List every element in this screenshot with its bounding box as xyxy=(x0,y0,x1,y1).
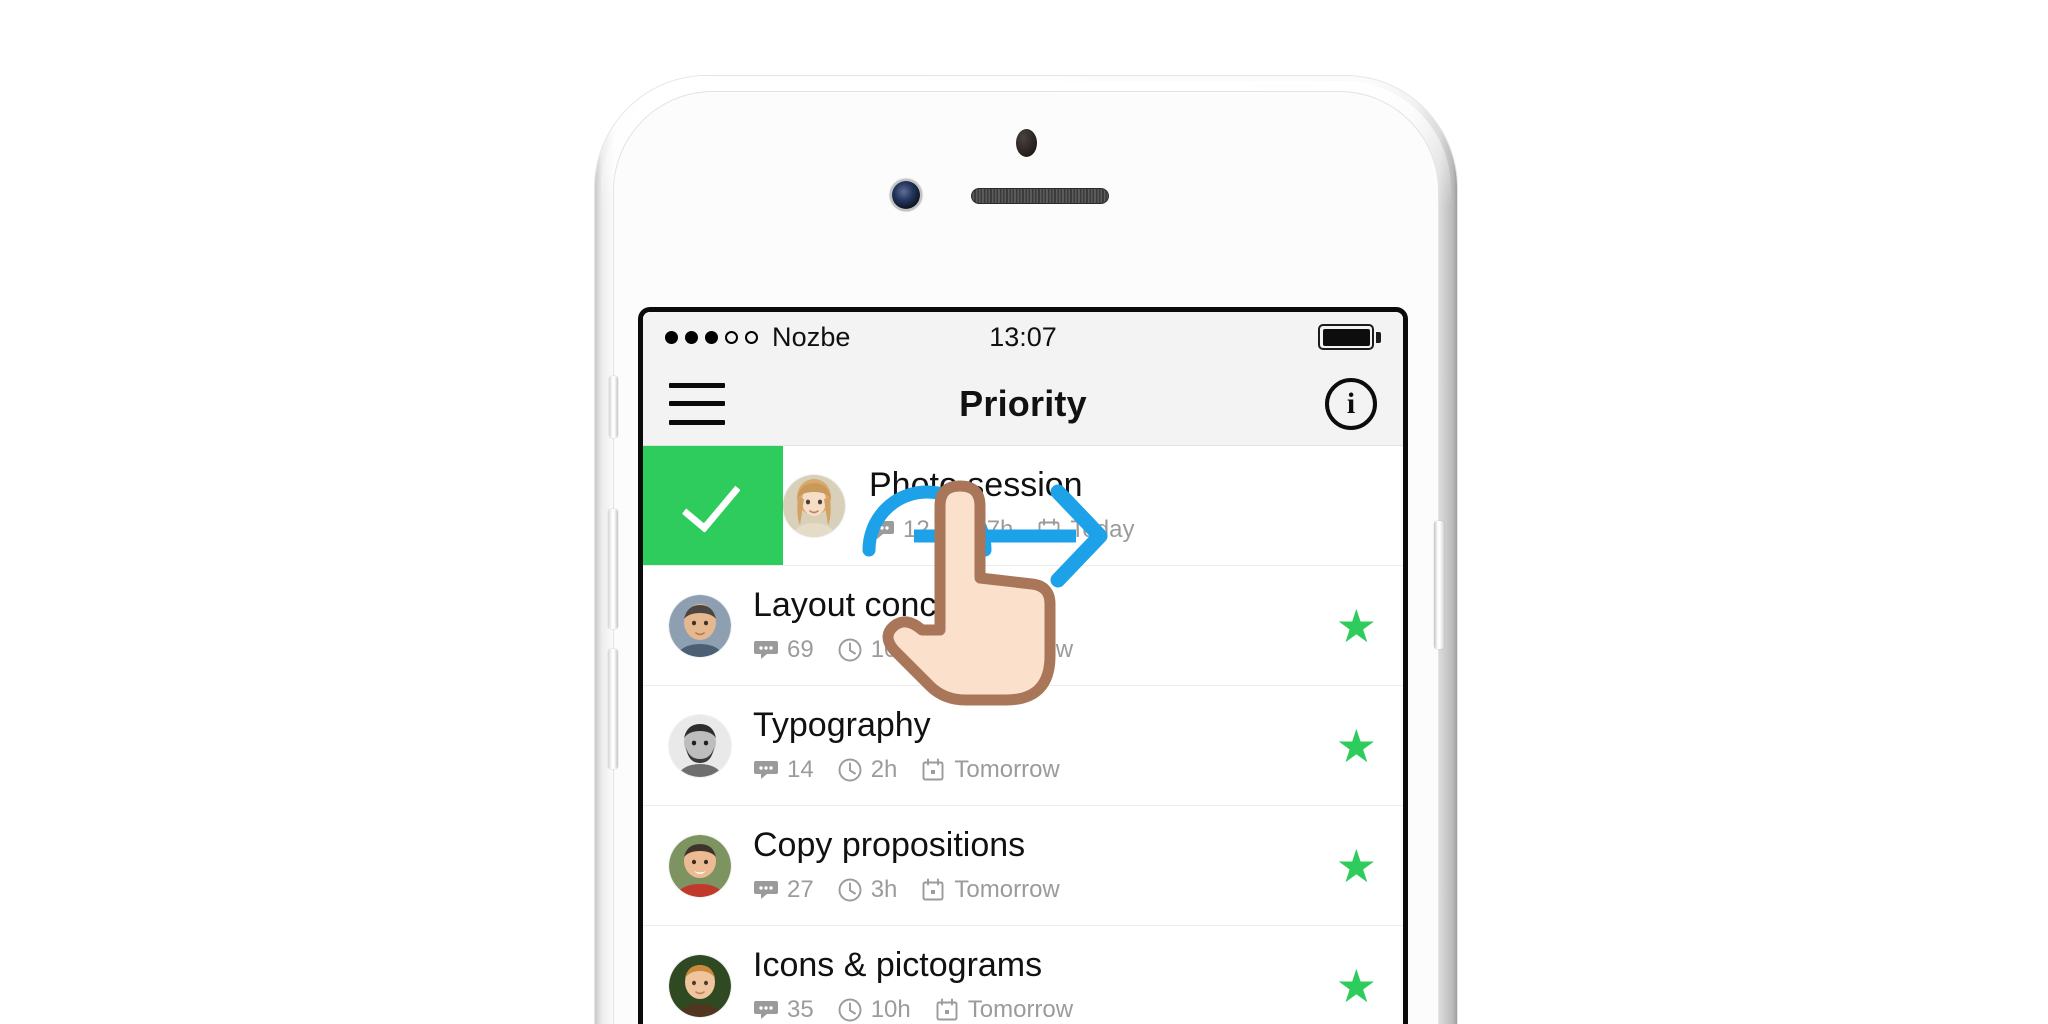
task-list: Photo session 12 7h Today Layout concept… xyxy=(643,446,1403,1024)
due-date: Today xyxy=(1036,516,1134,544)
time-estimate-value: 10h xyxy=(870,635,911,663)
due-date: Tomorrow xyxy=(920,875,1060,904)
task-row[interactable]: Typography 14 2h Tomorrow ★ xyxy=(643,686,1403,806)
comment-bubble-icon xyxy=(754,1000,778,1019)
time-estimate: 10h xyxy=(837,636,911,664)
menu-line-3 xyxy=(669,419,725,425)
navigation-bar: Priority i xyxy=(643,362,1403,446)
comment-count-value: 69 xyxy=(787,635,814,663)
star-icon[interactable]: ★ xyxy=(1336,603,1377,649)
status-clock: 13:07 xyxy=(989,321,1057,352)
avatar xyxy=(669,954,731,1017)
task-content: Layout concepts 69 10h Tomorrow xyxy=(731,586,1336,664)
screenshot-stage: Nozbe 13:07 Priority i Photo session 12 … xyxy=(0,0,2048,1024)
comment-count-value: 35 xyxy=(787,995,814,1023)
task-row[interactable]: Copy propositions 27 3h Tomorrow ★ xyxy=(643,806,1403,926)
comment-count: 27 xyxy=(753,876,814,904)
due-date: Tomorrow xyxy=(934,636,1073,664)
menu-line-2 xyxy=(669,401,725,406)
task-title: Typography xyxy=(753,706,931,745)
calendar-icon xyxy=(936,638,958,661)
menu-line-1 xyxy=(669,382,725,388)
task-content: Photo session 12 7h Today xyxy=(845,466,1403,544)
checkmark-icon xyxy=(681,470,741,533)
comment-count: 35 xyxy=(753,996,814,1024)
page-title: Priority xyxy=(959,382,1087,424)
avatar xyxy=(669,714,731,777)
info-circle-icon[interactable]: i xyxy=(1325,377,1377,430)
comment-bubble-icon xyxy=(754,640,778,659)
phone-device: Nozbe 13:07 Priority i Photo session 12 … xyxy=(595,76,1457,1024)
task-row[interactable]: Layout concepts 69 10h Tomorrow ★ xyxy=(643,566,1403,686)
due-date-value: Tomorrow xyxy=(967,635,1074,663)
volume-up-button[interactable] xyxy=(608,509,618,629)
time-estimate-value: 2h xyxy=(870,755,898,783)
clock-icon xyxy=(838,638,862,662)
time-estimate: 3h xyxy=(837,875,898,904)
volume-down-button[interactable] xyxy=(608,649,618,769)
due-date-value: Tomorrow xyxy=(967,995,1074,1023)
comment-count: 14 xyxy=(753,756,814,784)
comment-bubble-icon xyxy=(870,520,894,539)
comment-count-value: 12 xyxy=(903,515,930,543)
task-row[interactable]: Icons & pictograms 35 10h Tomorrow ★ xyxy=(643,926,1403,1024)
comment-count: 12 xyxy=(869,516,930,544)
task-meta: 27 3h Tomorrow xyxy=(753,876,1336,904)
info-glyph: i xyxy=(1346,386,1356,420)
due-date: Tomorrow xyxy=(920,755,1060,784)
comment-count-value: 14 xyxy=(787,755,814,783)
calendar-icon xyxy=(922,878,944,901)
calendar-icon xyxy=(1038,518,1060,541)
phone-screen: Nozbe 13:07 Priority i Photo session 12 … xyxy=(638,307,1408,1024)
clock-icon xyxy=(838,998,862,1022)
avatar xyxy=(783,474,845,537)
due-date-value: Today xyxy=(1070,515,1135,543)
task-meta: 69 10h Tomorrow xyxy=(753,636,1336,664)
earpiece-speaker-icon xyxy=(971,188,1109,204)
task-row[interactable]: Photo session 12 7h Today xyxy=(643,446,1403,566)
task-meta: 12 7h Today xyxy=(869,516,1403,544)
due-date: Tomorrow xyxy=(934,996,1073,1024)
hamburger-menu-icon[interactable] xyxy=(669,382,725,425)
time-estimate: 10h xyxy=(837,996,911,1024)
comment-bubble-icon xyxy=(754,880,778,899)
calendar-icon xyxy=(936,998,958,1021)
clock-icon xyxy=(838,758,862,782)
status-bar: Nozbe 13:07 xyxy=(643,312,1403,362)
clock-icon xyxy=(954,518,978,542)
task-meta: 35 10h Tomorrow xyxy=(753,996,1336,1024)
comment-count: 69 xyxy=(753,636,814,664)
due-date-value: Tomorrow xyxy=(954,875,1060,903)
front-camera-icon xyxy=(892,181,920,209)
time-estimate-value: 10h xyxy=(870,995,911,1023)
time-estimate-value: 3h xyxy=(870,875,898,903)
mute-switch[interactable] xyxy=(609,376,618,438)
task-title: Layout concepts xyxy=(753,586,1001,625)
star-icon[interactable]: ★ xyxy=(1336,963,1377,1009)
time-estimate: 7h xyxy=(953,515,1014,544)
power-button[interactable] xyxy=(1434,521,1444,649)
avatar xyxy=(669,594,731,657)
task-content: Typography 14 2h Tomorrow xyxy=(731,706,1336,784)
task-content: Copy propositions 27 3h Tomorrow xyxy=(731,826,1336,904)
phone-front-face: Nozbe 13:07 Priority i Photo session 12 … xyxy=(608,91,1444,1024)
task-title: Photo session xyxy=(869,466,1083,505)
proximity-sensor-icon xyxy=(1016,129,1037,157)
time-estimate: 2h xyxy=(837,755,898,784)
comment-bubble-icon xyxy=(754,760,778,779)
task-meta: 14 2h Tomorrow xyxy=(753,756,1336,784)
time-estimate-value: 7h xyxy=(986,515,1014,543)
comment-count-value: 27 xyxy=(787,875,814,903)
calendar-icon xyxy=(922,758,944,781)
due-date-value: Tomorrow xyxy=(954,755,1060,783)
star-icon[interactable]: ★ xyxy=(1336,723,1377,769)
clock-icon xyxy=(838,878,862,902)
star-icon[interactable]: ★ xyxy=(1336,843,1377,889)
task-title: Copy propositions xyxy=(753,826,1026,865)
swipe-complete-action[interactable] xyxy=(643,446,783,565)
avatar xyxy=(669,834,731,897)
task-title: Icons & pictograms xyxy=(753,946,1043,985)
task-content: Icons & pictograms 35 10h Tomorrow xyxy=(731,946,1336,1024)
